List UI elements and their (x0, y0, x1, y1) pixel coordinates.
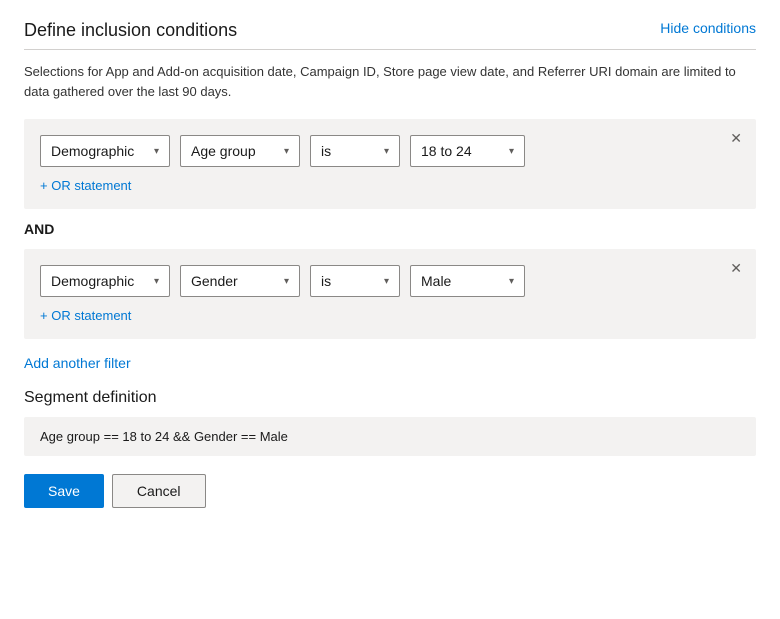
filter2-field-chevron: ▾ (284, 276, 289, 287)
filter-card-1: ✕ Demographic ▾ Age group ▾ is ▾ 18 to 2… (24, 119, 756, 209)
filter2-category-dropdown[interactable]: Demographic ▾ (40, 265, 170, 297)
filter2-or-statement-link[interactable]: + OR statement (40, 308, 131, 323)
filter2-field-label: Gender (191, 273, 238, 289)
hide-conditions-link[interactable]: Hide conditions (660, 20, 756, 36)
filter1-operator-dropdown[interactable]: is ▾ (310, 135, 400, 167)
info-text: Selections for App and Add-on acquisitio… (24, 62, 756, 101)
and-label: AND (24, 221, 756, 237)
segment-definition-expression: Age group == 18 to 24 && Gender == Male (40, 429, 288, 444)
page-header: Define inclusion conditions Hide conditi… (24, 20, 756, 41)
filter2-value-chevron: ▾ (509, 276, 514, 287)
filter1-operator-label: is (321, 143, 331, 159)
segment-definition-title: Segment definition (24, 389, 756, 407)
filter1-field-label: Age group (191, 143, 256, 159)
close-filter-1-button[interactable]: ✕ (728, 129, 744, 147)
filter1-category-dropdown[interactable]: Demographic ▾ (40, 135, 170, 167)
filter1-value-dropdown[interactable]: 18 to 24 ▾ (410, 135, 525, 167)
filter2-operator-chevron: ▾ (384, 276, 389, 287)
filter1-value-label: 18 to 24 (421, 143, 472, 159)
filter2-value-label: Male (421, 273, 451, 289)
filter1-value-chevron: ▾ (509, 146, 514, 157)
cancel-button[interactable]: Cancel (112, 474, 206, 508)
close-filter-2-button[interactable]: ✕ (728, 259, 744, 277)
filter2-operator-label: is (321, 273, 331, 289)
filter1-or-statement-link[interactable]: + OR statement (40, 178, 131, 193)
filter1-category-chevron: ▾ (154, 146, 159, 157)
action-buttons: Save Cancel (24, 474, 756, 508)
header-divider (24, 49, 756, 50)
filter-row-2: Demographic ▾ Gender ▾ is ▾ Male ▾ (40, 265, 740, 297)
segment-definition-box: Age group == 18 to 24 && Gender == Male (24, 417, 756, 456)
save-button[interactable]: Save (24, 474, 104, 508)
filter-row-1: Demographic ▾ Age group ▾ is ▾ 18 to 24 … (40, 135, 740, 167)
filter-card-2: ✕ Demographic ▾ Gender ▾ is ▾ Male ▾ + O… (24, 249, 756, 339)
filter2-category-label: Demographic (51, 273, 134, 289)
filter1-operator-chevron: ▾ (384, 146, 389, 157)
add-another-filter-link[interactable]: Add another filter (24, 355, 131, 371)
page-title: Define inclusion conditions (24, 20, 237, 41)
filter2-field-dropdown[interactable]: Gender ▾ (180, 265, 300, 297)
filter2-operator-dropdown[interactable]: is ▾ (310, 265, 400, 297)
filter1-category-label: Demographic (51, 143, 134, 159)
segment-definition-section: Segment definition Age group == 18 to 24… (24, 389, 756, 456)
filter1-field-dropdown[interactable]: Age group ▾ (180, 135, 300, 167)
filter2-category-chevron: ▾ (154, 276, 159, 287)
filter1-field-chevron: ▾ (284, 146, 289, 157)
filter2-value-dropdown[interactable]: Male ▾ (410, 265, 525, 297)
